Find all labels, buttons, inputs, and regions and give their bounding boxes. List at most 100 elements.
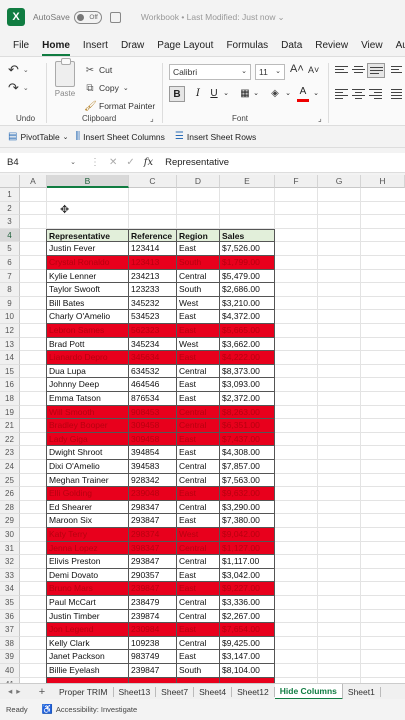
region-cell[interactable]: Central xyxy=(177,500,220,515)
row-header[interactable]: 26 xyxy=(0,487,20,501)
representative-cell[interactable]: Meghan Trainer xyxy=(46,473,129,488)
representative-cell[interactable]: Jon Legend xyxy=(46,623,129,637)
reference-cell[interactable]: 634532 xyxy=(129,364,177,379)
sales-cell[interactable]: $2,372.00 xyxy=(220,392,275,406)
tab-data[interactable]: Data xyxy=(281,40,302,51)
align-center-icon[interactable] xyxy=(352,89,365,100)
cancel-icon[interactable]: ✕ xyxy=(109,157,117,168)
reference-cell[interactable]: 239048 xyxy=(129,487,177,501)
representative-cell[interactable]: Ed Shearer xyxy=(46,500,129,515)
undo-button[interactable]: ↶ ⌄ xyxy=(8,61,44,79)
representative-cell[interactable]: Charly O'Amelio xyxy=(46,310,129,324)
region-cell[interactable]: East xyxy=(177,650,220,664)
representative-cell[interactable]: Janet Packson xyxy=(46,650,129,664)
region-cell[interactable]: Central xyxy=(177,609,220,624)
row-header[interactable]: 15 xyxy=(0,364,20,379)
tab-automate[interactable]: Autom xyxy=(396,40,405,51)
copy-button[interactable]: ⧉ Copy ⌄ xyxy=(84,79,155,97)
column-header-f[interactable]: F xyxy=(275,175,318,188)
align-bottom-button[interactable] xyxy=(367,63,385,78)
row-header[interactable]: 36 xyxy=(0,609,20,624)
region-cell[interactable]: South xyxy=(177,664,220,678)
region-cell[interactable]: Central xyxy=(177,460,220,474)
region-cell[interactable]: East xyxy=(177,623,220,637)
representative-cell[interactable]: Paul McCart xyxy=(46,596,129,610)
column-header-h[interactable]: H xyxy=(361,175,405,188)
region-cell[interactable]: East xyxy=(177,487,220,501)
region-cell[interactable]: Central xyxy=(177,473,220,488)
reference-cell[interactable]: 562323 xyxy=(129,324,177,338)
row-header[interactable]: 9 xyxy=(0,296,20,311)
representative-cell[interactable]: Crystal Ronaldo xyxy=(46,256,129,270)
sales-cell[interactable]: $9,425.00 xyxy=(220,636,275,651)
chevron-down-icon[interactable]: ⌄ xyxy=(284,86,292,102)
representative-cell[interactable]: Katy Terry xyxy=(46,528,129,542)
sales-cell[interactable]: $3,290.00 xyxy=(220,500,275,515)
region-cell[interactable]: East xyxy=(177,324,220,338)
representative-cell[interactable]: Kylie Lenner xyxy=(46,269,129,284)
sheet-tab-sheet4[interactable]: Sheet4 xyxy=(194,686,233,697)
sheet-tab-sheet13[interactable]: Sheet13 xyxy=(114,686,157,697)
row-header[interactable]: 32 xyxy=(0,555,20,569)
reference-cell[interactable]: 398347 xyxy=(129,541,177,556)
reference-cell[interactable]: 234213 xyxy=(129,269,177,284)
row-header[interactable]: 29 xyxy=(0,514,20,528)
tab-formulas[interactable]: Formulas xyxy=(226,40,268,51)
row-header[interactable]: 14 xyxy=(0,351,20,365)
representative-cell[interactable]: Dixi O'Amelio xyxy=(46,460,129,474)
sales-cell[interactable]: $7,563.00 xyxy=(220,473,275,488)
row-header[interactable]: 24 xyxy=(0,460,20,474)
fill-color-icon[interactable]: ◈ xyxy=(268,86,282,102)
region-cell[interactable]: East xyxy=(177,568,220,583)
sales-cell[interactable]: $7,380.00 xyxy=(220,514,275,528)
representative-cell[interactable]: Will Smooth xyxy=(46,405,129,420)
sales-cell[interactable]: $3,662.00 xyxy=(220,337,275,352)
representative-cell[interactable]: Elli Golding xyxy=(46,487,129,501)
row-header[interactable]: 8 xyxy=(0,283,20,297)
row-header[interactable]: 3 xyxy=(0,215,20,229)
row-header[interactable]: 33 xyxy=(0,568,20,583)
sales-cell[interactable]: $1,127.00 xyxy=(220,541,275,556)
sheet-nav-arrows[interactable]: ◂▸ xyxy=(0,686,30,697)
representative-cell[interactable]: Dwight Shroot xyxy=(46,446,129,460)
borders-icon[interactable]: ▦ xyxy=(238,86,252,102)
region-cell[interactable]: East xyxy=(177,432,220,447)
sheet-tab-sheet1[interactable]: Sheet1 xyxy=(343,686,381,697)
region-cell[interactable]: East xyxy=(177,446,220,460)
row-header[interactable]: 1 xyxy=(0,188,20,202)
representative-cell[interactable]: Justin Fever xyxy=(46,242,129,256)
representative-cell[interactable]: Maroon Six xyxy=(46,514,129,528)
italic-button[interactable]: I xyxy=(192,86,204,102)
underline-button[interactable]: U xyxy=(208,86,220,102)
sales-cell[interactable]: $9,632.00 xyxy=(220,487,275,501)
reference-cell[interactable]: 293847 xyxy=(129,514,177,528)
dialog-launcher-icon[interactable]: ⌟ xyxy=(318,114,322,123)
paste-button[interactable]: Paste xyxy=(52,58,78,98)
representative-cell[interactable]: Jenna Lopez xyxy=(46,541,129,556)
representative-cell[interactable]: Billie Eyelash xyxy=(46,664,129,678)
representative-cell[interactable]: Elivis Preston xyxy=(46,555,129,569)
wrap-text-icon[interactable] xyxy=(391,66,402,76)
sales-cell[interactable]: $9,227.00 xyxy=(220,582,275,596)
row-header[interactable]: 30 xyxy=(0,528,20,542)
chevron-down-icon[interactable]: ⌄ xyxy=(222,86,230,102)
region-cell[interactable]: Central xyxy=(177,596,220,610)
region-cell[interactable]: East xyxy=(177,514,220,528)
insert-sheet-rows-button[interactable]: ☰ Insert Sheet Rows xyxy=(175,131,256,142)
reference-cell[interactable]: 309458 xyxy=(129,419,177,433)
tab-home[interactable]: Home xyxy=(42,40,70,56)
redo-button[interactable]: ↷ ⌄ xyxy=(8,79,44,97)
row-header[interactable]: 12 xyxy=(0,324,20,338)
representative-cell[interactable]: Lianardo Depro xyxy=(46,351,129,365)
pivottable-button[interactable]: ▤ PivotTable ⌄ xyxy=(8,131,69,142)
sales-cell[interactable]: $7,857.00 xyxy=(220,460,275,474)
column-header-e[interactable]: E xyxy=(220,175,275,188)
row-header[interactable]: 31 xyxy=(0,541,20,556)
row-header[interactable]: 39 xyxy=(0,650,20,664)
add-sheet-button[interactable]: + xyxy=(30,686,54,698)
row-header[interactable]: 13 xyxy=(0,337,20,352)
tab-draw[interactable]: Draw xyxy=(121,40,144,51)
sales-cell[interactable]: $8,373.00 xyxy=(220,364,275,379)
sales-cell[interactable]: $4,372.00 xyxy=(220,310,275,324)
sheet-tab-sheet12[interactable]: Sheet12 xyxy=(232,686,275,697)
